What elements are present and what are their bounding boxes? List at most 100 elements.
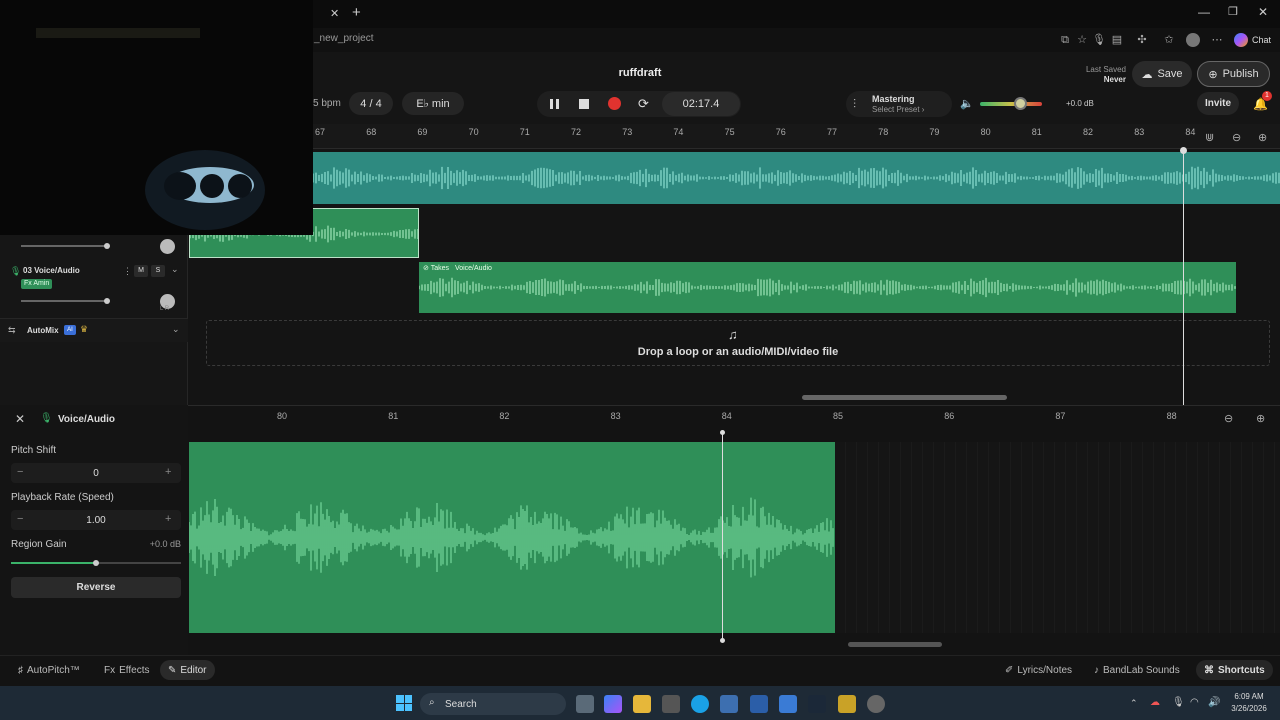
invite-button[interactable]: Invite: [1197, 92, 1239, 115]
playhead-handle[interactable]: [1180, 147, 1187, 154]
horizontal-scrollbar[interactable]: [802, 395, 1007, 400]
mastering-icon: ⫶: [853, 97, 857, 111]
profile-avatar[interactable]: [1186, 33, 1200, 47]
extensions-icon[interactable]: ✣: [1135, 33, 1149, 47]
time-signature[interactable]: 4 / 4: [349, 92, 393, 115]
track3-name[interactable]: 03 Voice/Audio: [23, 266, 80, 275]
drop-zone[interactable]: [206, 320, 1270, 366]
loop-icon[interactable]: ⟳: [638, 96, 649, 112]
chat-label[interactable]: Chat: [1252, 35, 1271, 45]
task-view-icon[interactable]: [576, 695, 594, 713]
close-tab-icon[interactable]: ✕: [330, 7, 339, 20]
wifi-icon[interactable]: ◠: [1190, 697, 1199, 708]
copilot-icon[interactable]: [1234, 33, 1248, 47]
track2-pan-knob[interactable]: [160, 239, 175, 254]
bandlab-sounds-button[interactable]: ♪ BandLab Sounds: [1086, 660, 1188, 680]
editor-playhead-bottom[interactable]: [720, 638, 725, 643]
editor-playhead-top[interactable]: [720, 430, 725, 435]
bpm-field[interactable]: 5 bpm: [313, 98, 341, 109]
favorite-icon[interactable]: ☆: [1075, 33, 1089, 47]
rate-increase-button[interactable]: +: [165, 513, 171, 525]
visual-studio-icon[interactable]: [750, 695, 768, 713]
zoom-in-icon[interactable]: ⊕: [1258, 131, 1267, 144]
app-icon[interactable]: [662, 695, 680, 713]
taskbar-search-box[interactable]: [420, 693, 566, 715]
track3-volume-handle[interactable]: [104, 298, 110, 304]
edge-icon[interactable]: [691, 695, 709, 713]
reverse-button[interactable]: Reverse: [11, 577, 181, 598]
pitch-increase-button[interactable]: +: [165, 466, 171, 478]
lyrics-notes-button[interactable]: ✐ Lyrics/Notes: [997, 660, 1080, 680]
track3-volume-slider[interactable]: [21, 300, 107, 302]
magnet-snap-icon[interactable]: ⋓: [1205, 131, 1214, 144]
effects-tab[interactable]: Fx Effects: [96, 660, 158, 680]
track3-expand-chevron-icon[interactable]: ⌄: [171, 264, 179, 275]
webcam-overlay: [0, 0, 313, 235]
store-icon[interactable]: [720, 695, 738, 713]
pitch-decrease-button[interactable]: −: [17, 466, 23, 478]
automix-chevron-icon[interactable]: ⌄: [172, 324, 180, 335]
publish-button[interactable]: ⊕ Publish: [1197, 61, 1270, 87]
editor-scrollbar[interactable]: [848, 642, 942, 647]
playhead[interactable]: [1183, 149, 1184, 405]
speaker-icon[interactable]: 🔈: [960, 97, 974, 110]
volume-icon[interactable]: 🔊: [1208, 697, 1220, 708]
tray-chevron-icon[interactable]: ⌃: [1130, 698, 1138, 709]
editor-playhead[interactable]: [722, 432, 723, 642]
editor-zoom-out-icon[interactable]: ⊖: [1224, 412, 1233, 425]
shortcuts-button[interactable]: ⌘ Shortcuts: [1196, 660, 1273, 680]
pause-icon[interactable]: [548, 97, 562, 111]
region-gain-handle[interactable]: [93, 560, 99, 566]
playback-rate-value[interactable]: 1.00: [80, 515, 112, 526]
key-selector[interactable]: E♭ min: [402, 92, 464, 115]
save-button[interactable]: ☁ Save: [1132, 61, 1192, 87]
stop-icon[interactable]: [577, 97, 591, 111]
rockstar-icon[interactable]: [838, 695, 856, 713]
track3-mute-button[interactable]: M: [134, 265, 148, 277]
editor-zoom-in-icon[interactable]: ⊕: [1256, 412, 1265, 425]
split-icon[interactable]: ⧉: [1058, 33, 1072, 47]
file-explorer-icon[interactable]: [633, 695, 651, 713]
outlook-icon[interactable]: [779, 695, 797, 713]
track3-solo-button[interactable]: S: [151, 265, 165, 277]
track2-volume-slider[interactable]: [21, 245, 107, 247]
rate-decrease-button[interactable]: −: [17, 513, 23, 525]
editor-ruler-bar-number: 85: [833, 411, 844, 421]
master-volume-slider[interactable]: [980, 102, 1042, 106]
copilot-taskbar-icon[interactable]: [604, 695, 622, 713]
editor-tab[interactable]: ✎ Editor: [160, 660, 215, 680]
more-icon[interactable]: ⋯: [1210, 33, 1224, 47]
settings-gear-icon[interactable]: [867, 695, 885, 713]
restore-icon[interactable]: ❐: [1228, 5, 1238, 18]
favorites-icon[interactable]: ✩: [1162, 33, 1176, 47]
window-close-icon[interactable]: ✕: [1258, 5, 1268, 19]
automix-label[interactable]: AutoMix: [27, 326, 59, 335]
close-editor-icon[interactable]: ✕: [15, 412, 25, 426]
tray-mic-icon[interactable]: 🎙: [1172, 697, 1185, 708]
track3-fx-badge[interactable]: Fx Amin: [21, 279, 53, 289]
zoom-out-icon[interactable]: ⊖: [1232, 131, 1241, 144]
clock-date[interactable]: 3/26/2026: [1224, 704, 1274, 713]
tray-app-icon[interactable]: ☁: [1150, 697, 1160, 708]
track2-volume-handle[interactable]: [104, 243, 110, 249]
mic-icon[interactable]: 🎙: [1092, 33, 1106, 47]
ruler-bar-number: 82: [1083, 127, 1094, 137]
pitch-shift-value[interactable]: 0: [80, 468, 112, 479]
steam-icon[interactable]: [808, 695, 826, 713]
windows-start-icon[interactable]: [396, 695, 412, 711]
ruler-bar-number: 71: [519, 127, 530, 137]
fx-icon: Fx: [104, 664, 116, 676]
track1-region[interactable]: [313, 152, 1280, 204]
autopitch-tab[interactable]: ♯ AutoPitch™: [10, 660, 88, 680]
song-title[interactable]: ruffdraft: [590, 67, 690, 79]
track3-takes-region[interactable]: [419, 262, 1236, 313]
ruler-bar-number: 83: [1134, 127, 1145, 137]
clock-time[interactable]: 6:09 AM: [1224, 692, 1274, 701]
track3-menu-icon[interactable]: ⋮: [123, 266, 132, 277]
url-text[interactable]: _new_project: [314, 33, 373, 44]
editor-waveform-region[interactable]: [189, 442, 835, 633]
record-icon[interactable]: [608, 97, 621, 110]
sidebar-icon[interactable]: ▤: [1110, 33, 1124, 47]
minimize-icon[interactable]: —: [1198, 5, 1210, 19]
new-tab-icon[interactable]: +: [352, 4, 361, 21]
